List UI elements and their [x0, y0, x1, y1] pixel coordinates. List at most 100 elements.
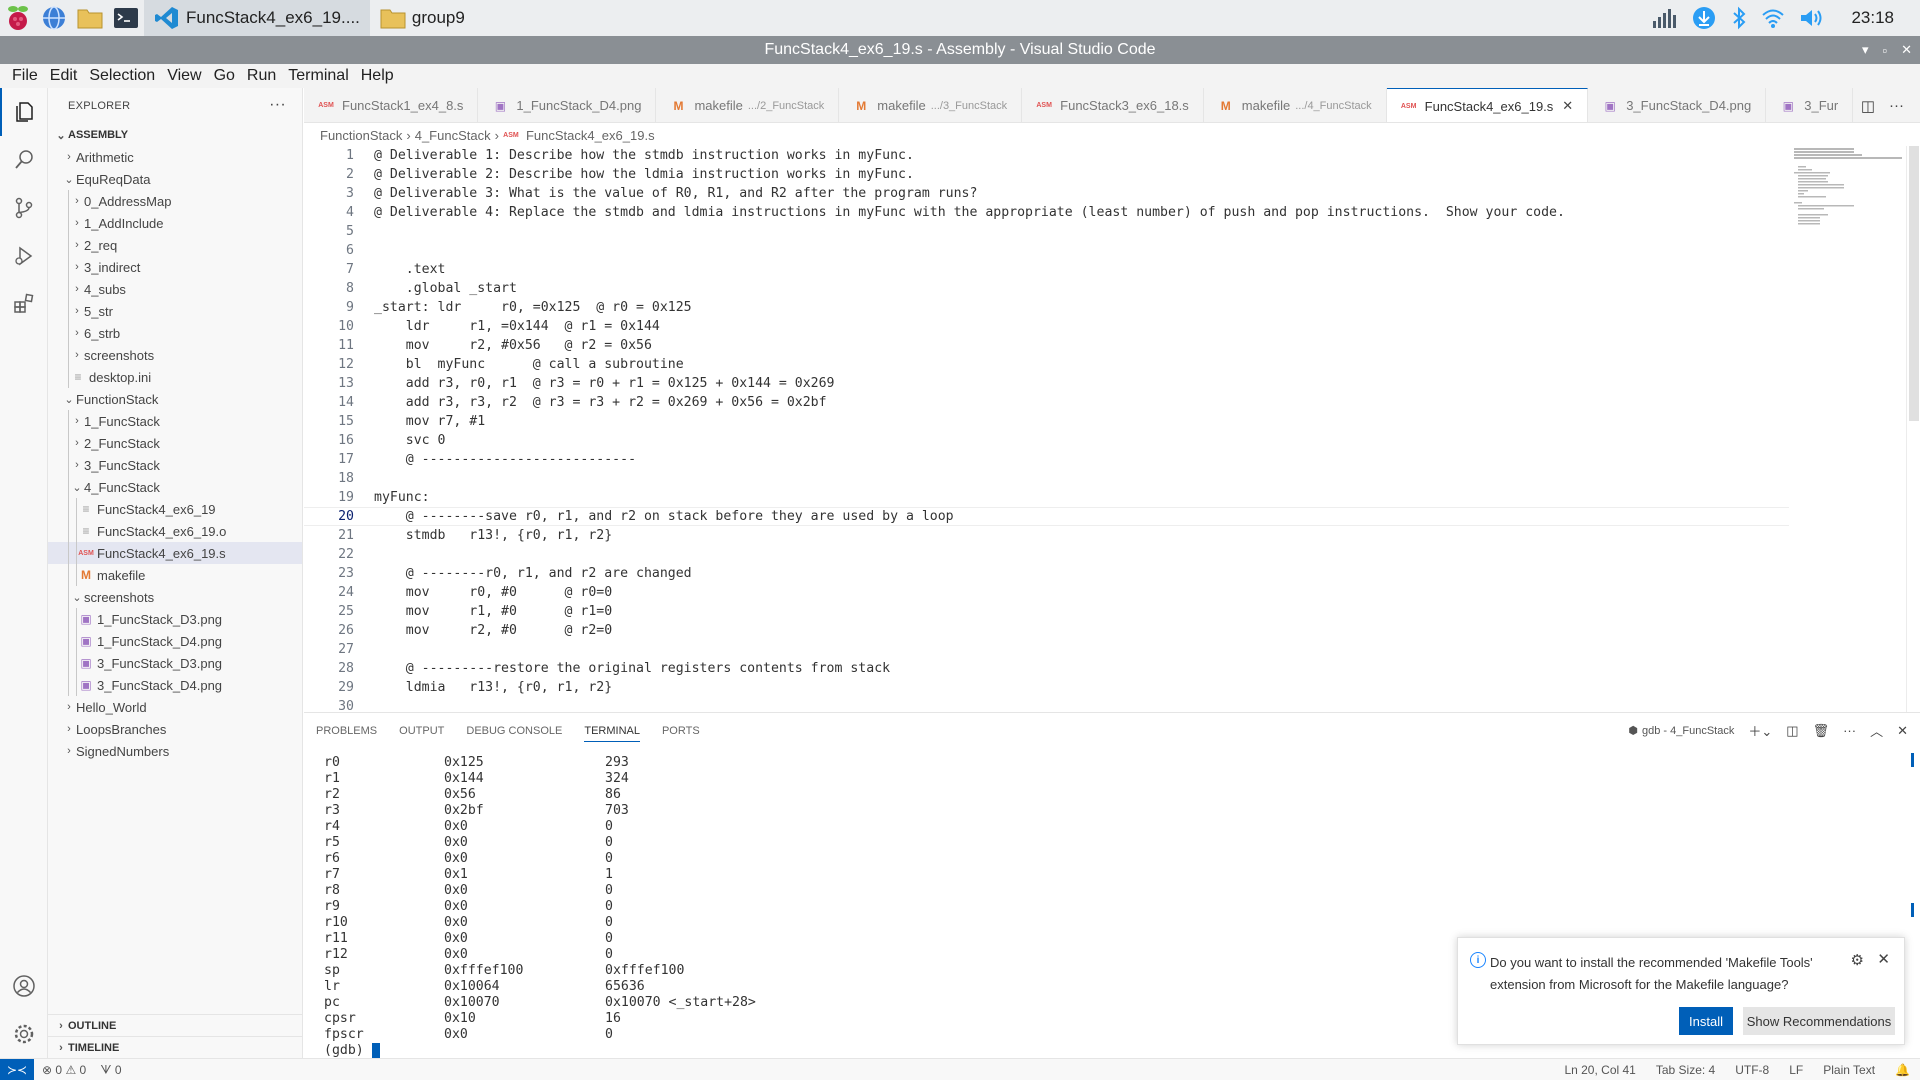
code-line[interactable]: 19 myFunc:	[304, 488, 1789, 507]
editor-tab[interactable]: Mmakefile .../2_FuncStack	[656, 88, 840, 122]
show-recommendations-button[interactable]: Show Recommendations	[1743, 1007, 1895, 1035]
tree-file[interactable]: ▣ 3_FuncStack_D4.png	[48, 674, 302, 696]
code-line[interactable]: 18	[304, 469, 1789, 488]
tree-file[interactable]: Mmakefile	[48, 564, 302, 586]
menu-go[interactable]: Go	[208, 67, 241, 85]
tree-file[interactable]: ASM FuncStack4_ex6_19.s	[48, 542, 302, 564]
breadcrumb-item[interactable]: FuncStack4_ex6_19.s	[526, 128, 655, 143]
editor-scrollbar[interactable]	[1906, 146, 1920, 712]
menu-help[interactable]: Help	[355, 67, 400, 85]
file-manager-icon[interactable]	[72, 0, 108, 36]
tree-folder[interactable]: ⌄ EquReqData	[48, 168, 302, 190]
menu-file[interactable]: File	[6, 67, 44, 85]
workspace-root[interactable]: ⌄ ASSEMBLY	[48, 124, 302, 146]
menu-terminal[interactable]: Terminal	[282, 67, 354, 85]
cpu-monitor-icon[interactable]	[1651, 7, 1677, 29]
code-line[interactable]: 1 @ Deliverable 1: Describe how the stmdb…	[304, 146, 1789, 165]
code-line[interactable]: 10 ldr r1, =0x144 @ r1 = 0x144	[304, 317, 1789, 336]
close-icon[interactable]: ✕	[1877, 950, 1890, 968]
more-actions-icon[interactable]: ···	[269, 96, 286, 114]
terminal-selector[interactable]: ⬢ gdb - 4_FuncStack	[1628, 724, 1734, 738]
gear-icon[interactable]: ⚙	[1851, 951, 1864, 969]
code-line[interactable]: 4 @ Deliverable 4: Replace the stmdb and …	[304, 203, 1789, 222]
code-line[interactable]: 8 .global _start	[304, 279, 1789, 298]
code-line[interactable]: 27	[304, 640, 1789, 659]
ports-status[interactable]: ᗐ 0	[100, 1063, 121, 1078]
kill-terminal-icon[interactable]: 🗑	[1813, 723, 1830, 739]
taskbar-task-folder[interactable]: group9	[370, 0, 475, 36]
menu-selection[interactable]: Selection	[83, 67, 161, 85]
code-line[interactable]: 26 mov r2, #0 @ r2=0	[304, 621, 1789, 640]
code-line[interactable]: 2 @ Deliverable 2: Describe how the ldmia…	[304, 165, 1789, 184]
wifi-icon[interactable]	[1761, 7, 1785, 29]
split-terminal-icon[interactable]: ◫	[1786, 723, 1798, 739]
notifications-bell-icon[interactable]: 🔔	[1895, 1063, 1910, 1077]
tree-file[interactable]: ▣ 1_FuncStack_D3.png	[48, 608, 302, 630]
cursor-position[interactable]: Ln 20, Col 41	[1564, 1063, 1635, 1077]
code-line[interactable]: 21 stmdb r13!, {r0, r1, r2}	[304, 526, 1789, 545]
tab-size[interactable]: Tab Size: 4	[1656, 1063, 1715, 1077]
breadcrumb-item[interactable]: FunctionStack	[320, 128, 402, 143]
volume-icon[interactable]	[1799, 7, 1825, 29]
close-panel-icon[interactable]: ✕	[1897, 723, 1908, 739]
tree-folder[interactable]: › Arithmetic	[48, 146, 302, 168]
maximize-panel-icon[interactable]: ︿	[1870, 721, 1883, 740]
code-line[interactable]: 17 @ ---------------------------	[304, 450, 1789, 469]
code-line[interactable]: 22	[304, 545, 1789, 564]
raspberry-menu-icon[interactable]	[0, 0, 36, 36]
tree-folder[interactable]: › 2_req	[48, 234, 302, 256]
tree-folder[interactable]: › 3_indirect	[48, 256, 302, 278]
tree-folder[interactable]: › 1_AddInclude	[48, 212, 302, 234]
terminal-app-icon[interactable]	[108, 0, 144, 36]
tree-file[interactable]: ≡ desktop.ini	[48, 366, 302, 388]
clock[interactable]: 23:18	[1851, 8, 1894, 28]
explorer-icon[interactable]	[0, 88, 48, 136]
bluetooth-icon[interactable]	[1731, 6, 1747, 30]
problems-status[interactable]: ⊗ 0 ⚠ 0	[42, 1063, 86, 1077]
tree-folder[interactable]: › 2_FuncStack	[48, 432, 302, 454]
code-line[interactable]: 3 @ Deliverable 3: What is the value of R…	[304, 184, 1789, 203]
tree-folder[interactable]: › 0_AddressMap	[48, 190, 302, 212]
editor-tab[interactable]: ▣ 1_FuncStack_D4.png	[478, 88, 657, 122]
code-line[interactable]: 13 add r3, r0, r1 @ r3 = r0 + r1 = 0x125…	[304, 374, 1789, 393]
code-line[interactable]: 28 @ ---------restore the original regis…	[304, 659, 1789, 678]
maximize-icon[interactable]: ▫	[1882, 43, 1887, 58]
code-line[interactable]: 20 @ --------save r0, r1, and r2 on stac…	[304, 507, 1789, 526]
tree-folder[interactable]: › 5_str	[48, 300, 302, 322]
editor-tab[interactable]: Mmakefile .../3_FuncStack	[839, 88, 1023, 122]
editor-scrollbar-thumb[interactable]	[1909, 146, 1919, 421]
close-icon[interactable]: ✕	[1562, 98, 1573, 114]
editor-tab[interactable]: ASM FuncStack3_ex6_18.s	[1022, 88, 1204, 122]
tab-output[interactable]: OUTPUT	[399, 725, 444, 737]
close-window-icon[interactable]: ✕	[1901, 42, 1912, 58]
split-editor-icon[interactable]: ◫	[1861, 97, 1875, 115]
editor-tab[interactable]: ▣ 3_Fur	[1766, 88, 1854, 122]
remote-indicator-icon[interactable]: ≻≺	[0, 1059, 34, 1080]
tab-debug-console[interactable]: DEBUG CONSOLE	[466, 725, 562, 737]
minimap[interactable]	[1794, 146, 1904, 226]
code-line[interactable]: 25 mov r1, #0 @ r1=0	[304, 602, 1789, 621]
code-line[interactable]: 9 _start: ldr r0, =0x125 @ r0 = 0x125	[304, 298, 1789, 317]
tree-folder[interactable]: ⌄ screenshots	[48, 586, 302, 608]
new-terminal-icon[interactable]: ＋⌄	[1748, 721, 1772, 740]
code-line[interactable]: 7 .text	[304, 260, 1789, 279]
run-debug-icon[interactable]	[0, 232, 48, 280]
tree-folder[interactable]: › Hello_World	[48, 696, 302, 718]
code-line[interactable]: 5	[304, 222, 1789, 241]
editor-tab[interactable]: ASM FuncStack1_ex4_8.s	[304, 88, 479, 122]
install-button[interactable]: Install	[1679, 1007, 1733, 1035]
tree-folder[interactable]: › LoopsBranches	[48, 718, 302, 740]
language-mode[interactable]: Plain Text	[1823, 1063, 1875, 1077]
tree-file[interactable]: ≡ FuncStack4_ex6_19.o	[48, 520, 302, 542]
tree-folder[interactable]: › SignedNumbers	[48, 740, 302, 762]
updates-icon[interactable]	[1691, 5, 1717, 31]
code-line[interactable]: 6	[304, 241, 1789, 260]
browser-icon[interactable]	[36, 0, 72, 36]
tree-file[interactable]: ▣ 3_FuncStack_D3.png	[48, 652, 302, 674]
menu-edit[interactable]: Edit	[44, 67, 84, 85]
tree-folder[interactable]: ⌄ FunctionStack	[48, 388, 302, 410]
taskbar-task-vscode[interactable]: FuncStack4_ex6_19....	[144, 0, 370, 36]
tree-file[interactable]: ≡ FuncStack4_ex6_19	[48, 498, 302, 520]
tree-folder[interactable]: › 6_strb	[48, 322, 302, 344]
tab-problems[interactable]: PROBLEMS	[316, 725, 377, 737]
